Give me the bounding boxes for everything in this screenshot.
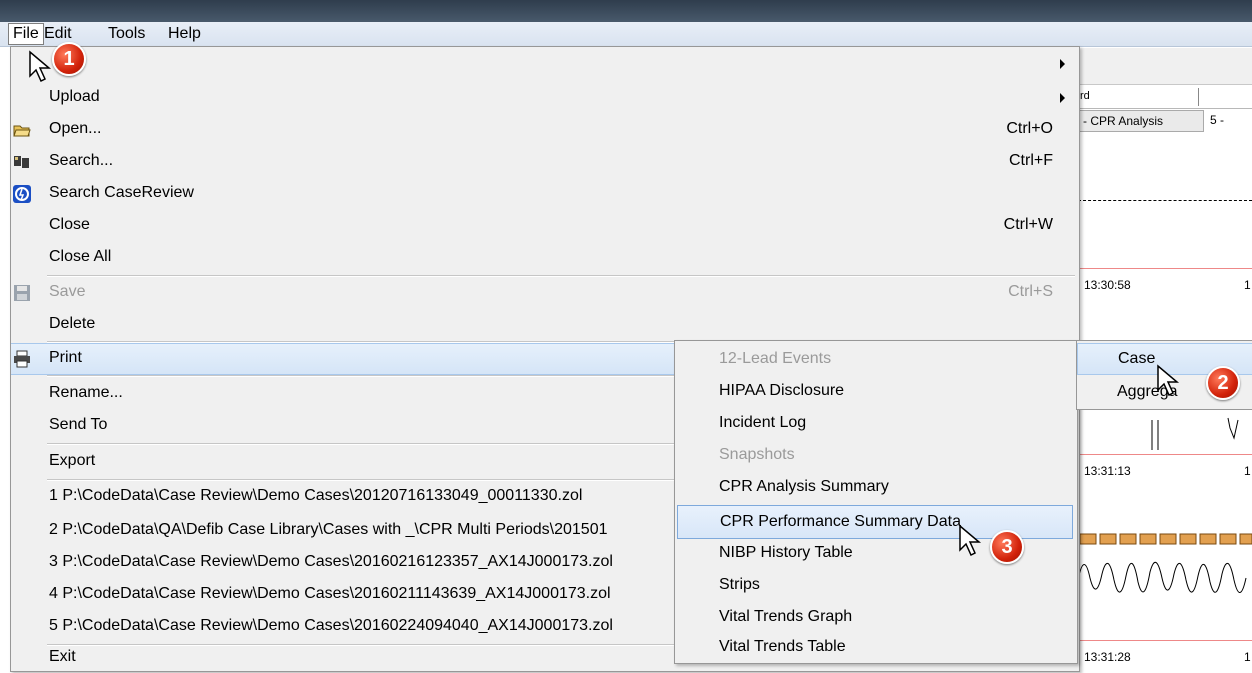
menu-item-label: Search... (49, 152, 114, 169)
print-item-snapshots[interactable]: Snapshots (675, 439, 1077, 471)
background-tab-row: rd (1078, 86, 1252, 109)
shortcut-label: Ctrl+O (1006, 120, 1053, 137)
submenu-item-label: NIBP History Table (719, 544, 853, 561)
print-item-cpr-analysis-summary[interactable]: CPR Analysis Summary (675, 471, 1077, 503)
menu-item-label: Save (49, 283, 86, 300)
menu-item-upload[interactable]: Upload (11, 83, 1079, 113)
submenu-arrow-icon (1060, 59, 1065, 69)
folder-open-icon (13, 125, 31, 137)
tab-5[interactable]: 5 - (1210, 110, 1250, 130)
menubar: File Edit Tools Help (0, 22, 1252, 47)
casereview-icon (13, 185, 31, 203)
printer-icon (14, 350, 30, 368)
tab-divider (1198, 88, 1199, 106)
mouse-cursor-icon (1157, 364, 1180, 397)
background-toolbar (1078, 48, 1252, 85)
menu-item-label: Export (49, 452, 96, 469)
shortcut-label: Ctrl+F (1009, 152, 1053, 169)
mouse-cursor-icon (959, 524, 982, 557)
submenu-item-label: Case (1118, 350, 1156, 367)
background-tab-label: rd (1080, 90, 1090, 102)
print-submenu: 12-Lead Events HIPAA Disclosure Incident… (674, 340, 1078, 664)
menu-item-label: Delete (49, 315, 96, 332)
shortcut-label: Ctrl+W (1003, 216, 1053, 233)
time-label-edge: 1 (1244, 278, 1251, 292)
step-badge-3: 3 (990, 530, 1024, 564)
menu-edit[interactable]: Edit (40, 24, 76, 44)
submenu-item-label: Strips (719, 576, 760, 593)
menu-item-close[interactable]: Close Ctrl+W (11, 211, 1079, 241)
submenu-item-label: Snapshots (719, 446, 795, 463)
submenu-item-label: Vital Trends Table (719, 638, 846, 655)
print-item-12-lead-events[interactable]: 12-Lead Events (675, 343, 1077, 375)
menu-separator (47, 275, 1075, 277)
submenu-item-label: HIPAA Disclosure (719, 382, 845, 399)
submenu-item-label: Incident Log (719, 414, 807, 431)
ecg-waveform (1078, 417, 1252, 593)
step-badge-2: 2 (1206, 366, 1240, 400)
save-icon (14, 285, 30, 301)
recent-file-label: 2 P:\CodeData\QA\Defib Case Library\Case… (49, 521, 608, 538)
print-item-hipaa-disclosure[interactable]: HIPAA Disclosure (675, 375, 1077, 407)
menu-item-label: Close (49, 216, 90, 233)
menu-item-search-casereview[interactable]: Search CaseReview (11, 179, 1079, 209)
background-gridline (1078, 268, 1252, 269)
shortcut-label: Ctrl+S (1008, 283, 1053, 300)
menu-file[interactable]: File (8, 23, 44, 45)
window-title-strip (0, 0, 1252, 22)
mouse-cursor-icon (29, 50, 52, 83)
menu-item-label: Search CaseReview (49, 184, 194, 201)
step-badge-1: 1 (52, 42, 86, 76)
menu-item-search[interactable]: Search... Ctrl+F (11, 147, 1079, 177)
submenu-item-label: Vital Trends Graph (719, 608, 853, 625)
menu-item-label: Send To (49, 416, 108, 433)
menu-item-open[interactable]: Open... Ctrl+O (11, 115, 1079, 145)
menu-item-label: Rename... (49, 384, 123, 401)
menu-item-delete[interactable]: Delete (11, 310, 1079, 340)
menu-item-label: Exit (49, 648, 76, 665)
background-dashed-line (1078, 200, 1252, 201)
recent-file-label: 5 P:\CodeData\Case Review\Demo Cases\201… (49, 617, 613, 634)
recent-file-label: 1 P:\CodeData\Case Review\Demo Cases\201… (49, 487, 583, 504)
recent-file-label: 4 P:\CodeData\Case Review\Demo Cases\201… (49, 585, 611, 602)
submenu-item-label: 12-Lead Events (719, 350, 832, 367)
print-item-vital-trends-table[interactable]: Vital Trends Table (675, 631, 1077, 663)
binoculars-icon (14, 156, 29, 168)
menu-tools[interactable]: Tools (104, 24, 149, 44)
submenu-item-label: CPR Analysis Summary (719, 478, 889, 495)
submenu-arrow-icon (1060, 93, 1065, 103)
menu-item-new[interactable] (11, 49, 1079, 79)
menu-item-label: Close All (49, 248, 112, 265)
background-subtabs: - CPR Analysis 5 - (1078, 108, 1252, 132)
tab-cpr-analysis[interactable]: - CPR Analysis (1078, 110, 1204, 132)
print-item-vital-trends-graph[interactable]: Vital Trends Graph (675, 601, 1077, 633)
print-item-incident-log[interactable]: Incident Log (675, 407, 1077, 439)
time-label: 13:31:28 (1084, 650, 1131, 664)
menu-item-label: Upload (49, 88, 100, 105)
menu-item-label: Print (49, 349, 82, 366)
time-label: 13:30:58 (1084, 278, 1131, 292)
print-item-strips[interactable]: Strips (675, 569, 1077, 601)
recent-file-label: 3 P:\CodeData\Case Review\Demo Cases\201… (49, 553, 613, 570)
time-label-edge: 1 (1244, 650, 1251, 664)
menu-item-close-all[interactable]: Close All (11, 243, 1079, 273)
menu-help[interactable]: Help (164, 24, 205, 44)
submenu-item-label: CPR Performance Summary Data (720, 513, 961, 530)
menu-item-label: Open... (49, 120, 102, 137)
menu-item-save[interactable]: Save Ctrl+S (11, 278, 1079, 308)
